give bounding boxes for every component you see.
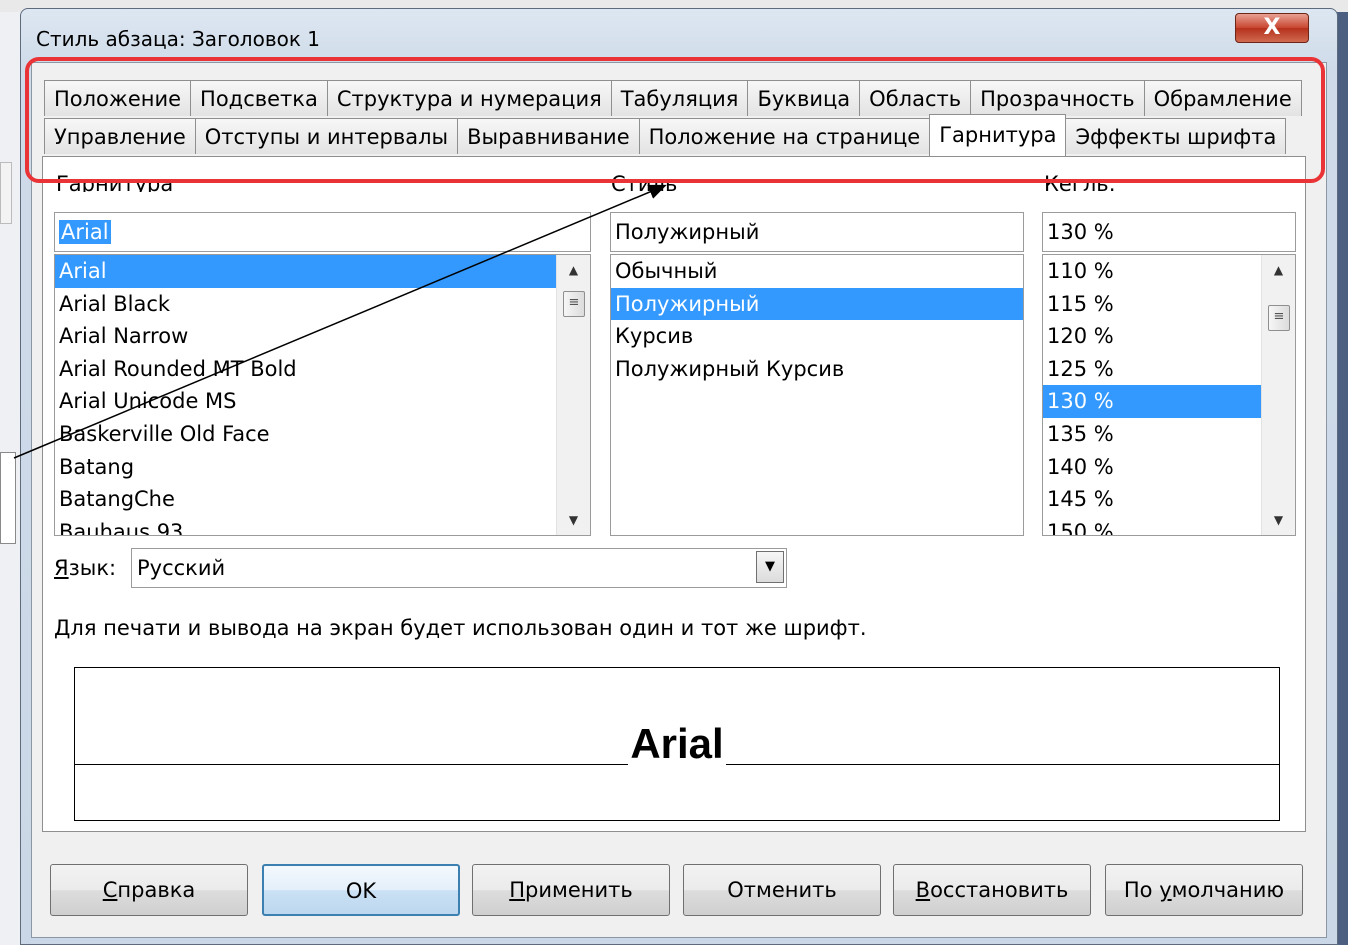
list-item[interactable]: 130 % (1043, 385, 1295, 418)
language-value: Русский (131, 548, 787, 588)
scroll-thumb[interactable]: ≡ (563, 291, 585, 317)
list-item[interactable]: Arial Unicode MS (55, 385, 590, 418)
reset-button[interactable]: Восстановить (893, 864, 1091, 916)
list-item[interactable]: Bauhaus 93 (55, 516, 590, 535)
list-item[interactable]: Arial (55, 255, 590, 288)
font-family-scrollbar[interactable]: ▲ ≡ ▼ (556, 255, 590, 535)
help-button[interactable]: Справка (50, 864, 248, 916)
list-item[interactable]: Arial Rounded MT Bold (55, 353, 590, 386)
language-label: Язык: (54, 556, 117, 580)
list-item[interactable]: 110 % (1043, 255, 1295, 288)
background-widget (0, 452, 16, 544)
list-item[interactable]: Arial Black (55, 288, 590, 321)
font-size-list[interactable]: 110 % 115 % 120 % 125 % 130 % 135 % 140 % 145 %… (1042, 254, 1296, 536)
cancel-button[interactable]: Отменить (683, 864, 881, 916)
font-preview: Arial (74, 667, 1280, 821)
list-item[interactable]: Batang (55, 451, 590, 484)
background-widget (0, 162, 12, 224)
close-icon: X (1263, 15, 1281, 40)
font-size-input[interactable]: 130 % (1042, 212, 1296, 252)
list-item[interactable]: 135 % (1043, 418, 1295, 451)
list-item[interactable]: Обычный (611, 255, 1023, 288)
scroll-up-icon[interactable]: ▲ (557, 255, 590, 285)
list-item[interactable]: BatangChe (55, 483, 590, 516)
scroll-thumb[interactable]: ≡ (1268, 305, 1290, 331)
ok-button[interactable]: OK (262, 864, 460, 916)
close-button[interactable]: X (1235, 13, 1309, 43)
list-item[interactable]: Курсив (611, 320, 1023, 353)
scroll-up-icon[interactable]: ▲ (1262, 255, 1295, 285)
chevron-down-icon[interactable]: ▼ (756, 551, 784, 583)
list-item[interactable]: Baskerville Old Face (55, 418, 590, 451)
scroll-down-icon[interactable]: ▼ (1262, 505, 1295, 535)
font-style-input[interactable]: Полужирный (610, 212, 1024, 252)
list-item[interactable]: 150 % (1043, 516, 1295, 535)
list-item[interactable]: Полужирный Курсив (611, 353, 1023, 386)
list-item[interactable]: 120 % (1043, 320, 1295, 353)
font-family-input[interactable]: Arial (54, 212, 591, 252)
info-text: Для печати и вывода на экран будет испол… (54, 616, 867, 640)
font-size-scrollbar[interactable]: ▲ ≡ ▼ (1261, 255, 1295, 535)
apply-button[interactable]: Применить (472, 864, 670, 916)
list-item[interactable]: Полужирный (611, 287, 1023, 321)
tabs-highlight-annotation (25, 57, 1325, 183)
list-item[interactable]: 145 % (1043, 483, 1295, 516)
preview-text: Arial (628, 720, 726, 767)
list-item[interactable]: Arial Narrow (55, 320, 590, 353)
list-item[interactable]: 115 % (1043, 288, 1295, 321)
language-select[interactable]: Русский ▼ (131, 548, 787, 588)
list-item[interactable]: 140 % (1043, 451, 1295, 484)
font-family-list[interactable]: Arial Arial Black Arial Narrow Arial Rounde… (54, 254, 591, 536)
default-button[interactable]: По умолчанию (1105, 864, 1303, 916)
list-item[interactable]: 125 % (1043, 353, 1295, 386)
scroll-down-icon[interactable]: ▼ (557, 505, 590, 535)
dialog-title: Стиль абзаца: Заголовок 1 (36, 27, 321, 51)
font-style-list[interactable]: Обычный Полужирный Курсив Полужирный Курсив (610, 254, 1024, 536)
